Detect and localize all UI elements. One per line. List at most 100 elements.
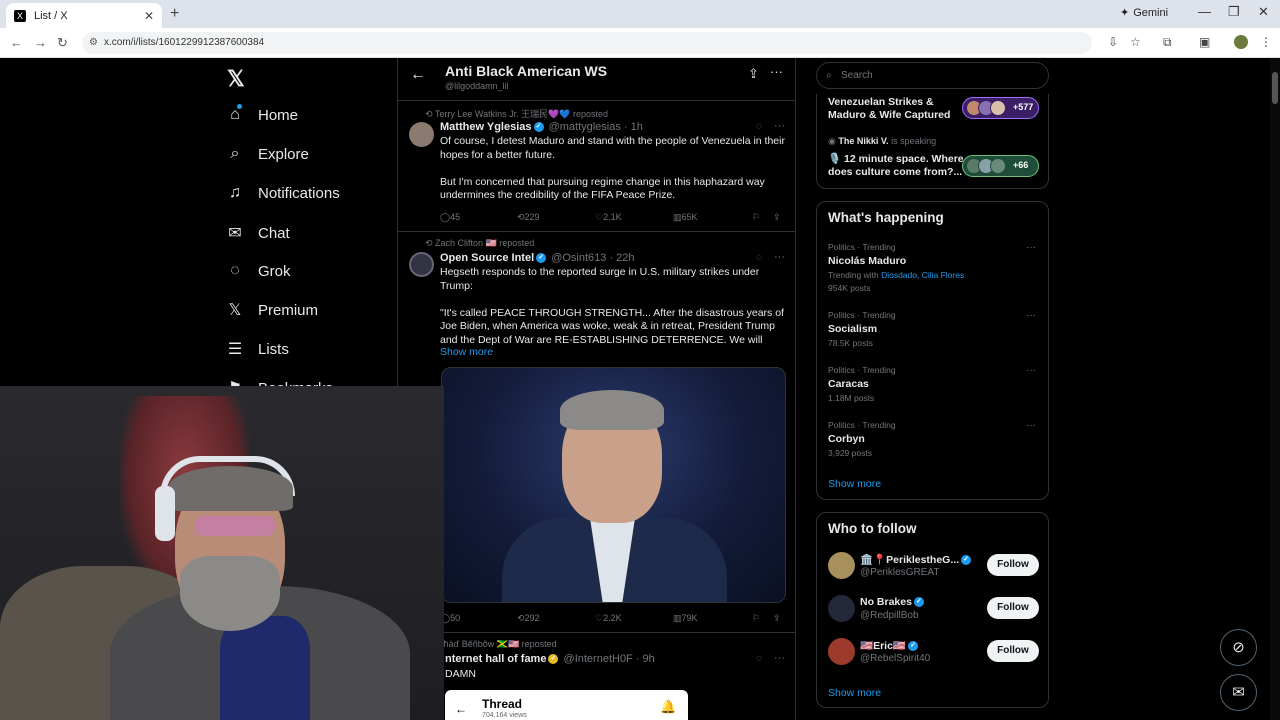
post-author[interactable]: nternet hall of fame ✓ @InternetH0F · 9h — [445, 653, 655, 665]
post-image[interactable] — [441, 367, 786, 603]
address-bar[interactable]: ⚙ x.com/i/lists/1601229912387600384 — [82, 32, 1092, 54]
repost-by[interactable]: Terry Lee Watkins Jr. 王瑞民💜💙 reposted — [435, 109, 608, 119]
listener-faces — [966, 100, 1012, 116]
scrollbar-thumb[interactable] — [1272, 72, 1278, 104]
trend-posts: 78.5K posts — [828, 338, 873, 348]
x-logo-icon[interactable]: 𝕏 — [227, 66, 245, 92]
list-timeline: ← Anti Black American WS @lilgoddamn_lil… — [397, 58, 796, 720]
follow-suggestion[interactable]: 🏛️📍PeriklestheG... ✓ @PeriklesGREAT Follo… — [828, 551, 1040, 581]
trend-item[interactable]: Politics · Trending Socialism 78.5K post… — [828, 310, 1040, 348]
nav-chat[interactable]: ✉ Chat — [226, 223, 289, 243]
avatar[interactable] — [409, 122, 434, 147]
post-more-icon[interactable]: ··· — [774, 120, 785, 132]
post-more-icon[interactable]: ··· — [774, 652, 785, 664]
trend-item[interactable]: Politics · Trending Nicolás Maduro Trend… — [828, 242, 1040, 293]
back-icon[interactable]: ← — [10, 35, 23, 50]
reply-button[interactable]: ◯ 45 — [440, 212, 460, 223]
repost-by[interactable]: Zach Clifton 🇺🇸 reposted — [435, 238, 534, 248]
trend-more-icon[interactable]: ··· — [1026, 242, 1036, 253]
list-owner-handle[interactable]: @lilgoddamn_lil — [445, 81, 509, 91]
bookmark-star-icon[interactable]: ☆ — [1130, 35, 1141, 49]
profile-avatar[interactable] — [1234, 35, 1248, 49]
share-icon[interactable]: ⇪ — [748, 66, 759, 82]
image-hair — [560, 390, 664, 430]
sidepanel-icon[interactable]: ▣ — [1199, 35, 1210, 49]
post-text: Hegseth responds to the reported surge i… — [440, 266, 784, 346]
views-button[interactable]: ▥ 79K — [673, 613, 698, 624]
like-button[interactable]: ♡ 2.1K — [595, 212, 622, 223]
search-input[interactable]: ⌕ Search — [816, 62, 1049, 89]
grok-fab-icon[interactable]: ⊘ — [1220, 629, 1257, 666]
nav-premium[interactable]: 𝕏 Premium — [226, 300, 318, 320]
back-arrow-icon[interactable]: ← — [410, 66, 426, 84]
share-icon[interactable]: ⇪ — [773, 613, 781, 624]
show-more-link[interactable]: Show more — [828, 687, 881, 699]
nav-explore[interactable]: ⌕ Explore — [226, 145, 309, 163]
views-button[interactable]: ▥ 65K — [673, 212, 698, 223]
show-more-link[interactable]: Show more — [440, 346, 493, 358]
search-icon: ⌕ — [230, 145, 240, 162]
like-button[interactable]: ♡ 2.2K — [595, 613, 622, 624]
nav-lists[interactable]: ☰ Lists — [226, 339, 289, 359]
grok-icon[interactable]: ◌ — [756, 653, 762, 664]
bookmark-icon[interactable]: ⚐ — [752, 212, 760, 223]
follow-button[interactable]: Follow — [987, 640, 1039, 662]
repost-button[interactable]: ⟲ 292 — [517, 613, 540, 624]
trend-more-icon[interactable]: ··· — [1026, 420, 1036, 431]
nav-label: Explore — [258, 145, 309, 163]
nav-label: Grok — [258, 262, 291, 280]
reload-icon[interactable]: ↻ — [57, 35, 68, 51]
install-icon[interactable]: ⇩ — [1108, 35, 1118, 49]
follow-button[interactable]: Follow — [987, 597, 1039, 619]
post-text: Of course, I detest Maduro and stand wit… — [440, 135, 785, 201]
browser-tab[interactable]: X List / X ✕ — [6, 3, 162, 28]
show-more-link[interactable]: Show more — [828, 478, 881, 490]
minimize-icon[interactable]: — — [1198, 4, 1211, 19]
trend-more-icon[interactable]: ··· — [1026, 310, 1036, 321]
menu-icon[interactable]: ⋮ — [1260, 35, 1272, 49]
webcam-headset-earcup — [155, 486, 175, 541]
repost-by[interactable]: ɛçħäď Bĕñbŏw 🇯🇲🇺🇸 reposted — [435, 639, 557, 649]
bookmark-icon[interactable]: ⚐ — [752, 613, 760, 624]
follow-suggestion[interactable]: No Brakes ✓ @RedpillBob Follow — [828, 594, 1040, 624]
space-host: ◉ The Nikki V. is speaking — [828, 136, 937, 146]
browser-tabstrip: X List / X ✕ + ✦ Gemini — ❐ ✕ — [0, 0, 1280, 28]
space-title[interactable]: 🎙️ 12 minute space. Where does culture c… — [828, 153, 968, 179]
avatar[interactable] — [409, 252, 434, 277]
webcam-overlay — [0, 386, 444, 720]
space-title[interactable]: Venezuelan Strikes & Maduro & Wife Captu… — [828, 96, 968, 122]
trend-more-icon[interactable]: ··· — [1026, 365, 1036, 376]
nav-grok[interactable]: ◌ Grok — [226, 262, 291, 280]
grok-icon[interactable]: ◌ — [756, 252, 762, 263]
gemini-button[interactable]: ✦ Gemini — [1120, 6, 1168, 20]
forward-icon[interactable]: → — [34, 35, 47, 50]
space-listeners-pill[interactable]: +577 — [962, 97, 1039, 119]
post-author[interactable]: Matthew Yglesias ✓ @mattyglesias · 1h — [440, 121, 643, 133]
extensions-icon[interactable]: ⧉ — [1163, 35, 1172, 50]
grok-icon[interactable]: ◌ — [756, 121, 762, 132]
new-tab-button[interactable]: + — [170, 5, 179, 23]
post-more-icon[interactable]: ··· — [774, 251, 785, 263]
follow-button[interactable]: Follow — [987, 554, 1039, 576]
trend-item[interactable]: Politics · Trending Caracas 1.18M posts … — [828, 365, 1040, 403]
author-meta: @InternetH0F · 9h — [563, 653, 655, 665]
page-scrollbar[interactable] — [1270, 58, 1280, 720]
more-icon[interactable]: ··· — [770, 64, 783, 79]
trend-related-link[interactable]: Diosdado, Cilia Flores — [881, 270, 964, 280]
trend-item[interactable]: Politics · Trending Corbyn 3,929 posts ·… — [828, 420, 1040, 458]
follow-suggestion[interactable]: 🇺🇸Eric🇺🇸 ✓ @RebelSpirit40 Follow — [828, 637, 1040, 667]
repost-button[interactable]: ⟲ 229 — [517, 212, 540, 223]
nav-home[interactable]: ⌂ Home — [226, 106, 298, 124]
close-tab-icon[interactable]: ✕ — [144, 9, 154, 23]
post-divider — [398, 231, 796, 232]
messages-fab-icon[interactable]: ✉ — [1220, 674, 1257, 711]
restore-icon[interactable]: ❐ — [1228, 4, 1240, 20]
window-close-icon[interactable]: ✕ — [1258, 4, 1269, 20]
thread-card[interactable]: ← Thread 704,164 views 🔔 — [445, 690, 688, 720]
post-author[interactable]: Open Source Intel ✓ @Osint613 · 22h — [440, 252, 635, 264]
nav-notifications[interactable]: ♫ Notifications — [226, 184, 340, 202]
trend-posts: 954K posts — [828, 283, 871, 293]
share-icon[interactable]: ⇪ — [773, 212, 781, 223]
space-listeners-pill[interactable]: +66 — [962, 155, 1039, 177]
site-info-icon[interactable]: ⚙ — [89, 32, 98, 54]
